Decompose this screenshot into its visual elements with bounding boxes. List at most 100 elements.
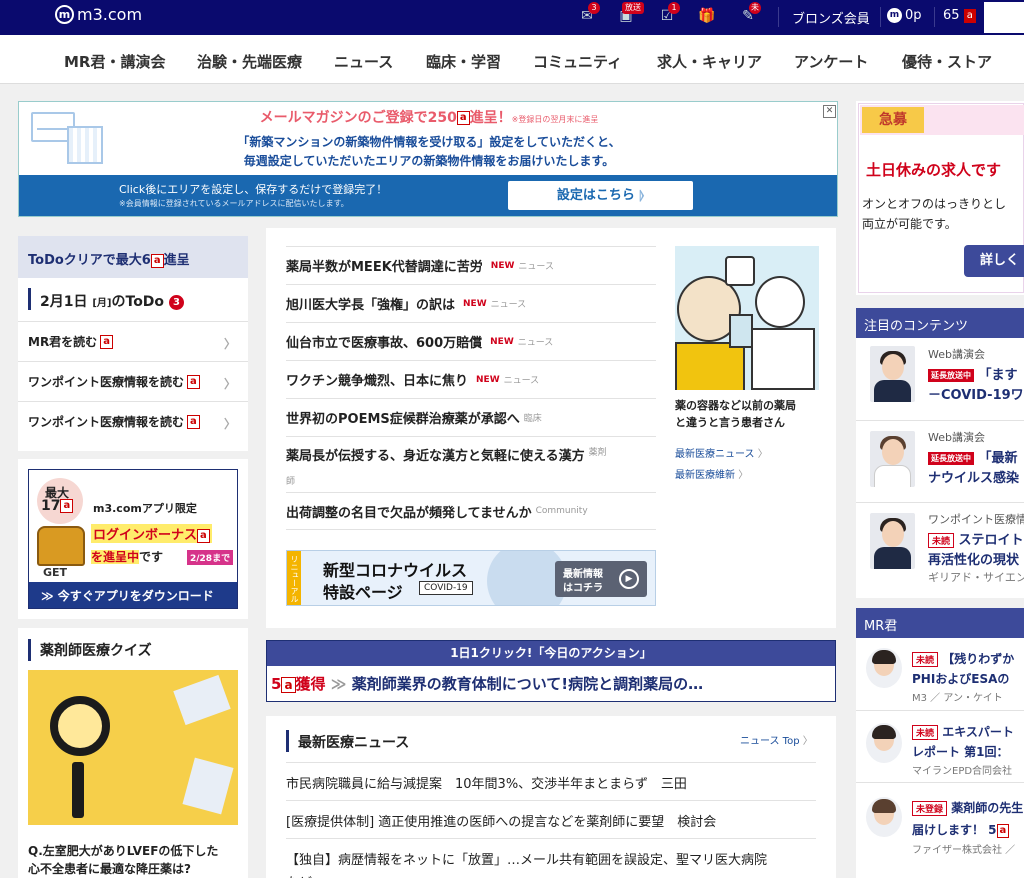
news-item[interactable]: 仙台市立で医療事故、600万賠償 NEW ニュース	[286, 322, 656, 360]
gift-icon[interactable]: 🎁	[697, 7, 717, 25]
close-banner-button[interactable]: ✕	[823, 105, 836, 118]
quiz-image[interactable]	[28, 670, 238, 825]
featured-item[interactable]: Web講演会 延長放送中 「最新 ナウイルス感染	[856, 420, 1024, 502]
news-title: 薬局長が伝授する、身近な漢方と気軽に使える漢方	[286, 449, 585, 464]
member-rank[interactable]: ブロンズ会員	[792, 8, 870, 27]
featured-item[interactable]: Web講演会 延長放送中 「ます －COVID-19ワ	[856, 338, 1024, 420]
nav-clinical-trials[interactable]: 治験・先端医療	[197, 51, 302, 72]
settings-button[interactable]: 設定はこちら ⦊	[508, 181, 693, 210]
news-category-cont: 師	[286, 476, 296, 487]
max-value: 17 a	[41, 498, 74, 514]
news-item[interactable]: 薬局長が伝授する、身近な漢方と気軽に使える漢方 薬剤 師	[286, 436, 656, 492]
quiz-question-line2: 心不全患者に最適な降圧薬は?	[28, 862, 191, 876]
nav-mr-lecture[interactable]: MR君・講演会	[64, 51, 165, 72]
m3-logo[interactable]: m m3.com	[55, 5, 142, 24]
headline-text-post: 進呈！	[469, 110, 512, 126]
action-get: 獲得	[295, 675, 326, 693]
point-unit-icon: a	[187, 374, 200, 389]
nav-career[interactable]: 求人・キャリア	[657, 51, 762, 72]
banner-sub-1: Click後にエリアを設定し、保存するだけで登録完了！	[119, 183, 388, 196]
mr-avatar	[866, 648, 902, 688]
mr-title-2-text: 届けします！ 5	[912, 823, 997, 837]
news-item[interactable]: 世界初のPOEMS症候群治療薬が承認へ 臨床	[286, 398, 656, 436]
link-label: 最新医療ニュース	[675, 449, 755, 460]
daily-action-card[interactable]: 1日1クリック!「今日のアクション」 5 a 獲得 ≫ 薬剤師業界の教育体制について…	[266, 640, 836, 702]
featured-title-1: 「最新	[978, 451, 1018, 466]
mr-kun-panel: MR君 未読 【残りわずか PHIおよびESAの M3 ／ アン・ケイト 未読 …	[856, 608, 1024, 878]
mail-icon[interactable]: ✉ 3	[577, 2, 600, 25]
mr-item[interactable]: 未読 エキスパート レポート 第1回： マイランEPD合同会社	[856, 710, 1024, 782]
news-title: 旭川医大学長「強権」の訳は	[286, 298, 456, 313]
app-promo-banner[interactable]: 最大 17 a GET m3.comアプリ限定 ログインボーナス a を進呈中です …	[28, 469, 238, 609]
latest-news-link[interactable]: 最新医療ニュース 〉	[675, 445, 768, 460]
latest-news-card: 最新医療ニュース ニュース Top 〉 市民病院職員に給与減提案 10年間3%、…	[266, 716, 836, 878]
point-unit-icon: a	[60, 499, 74, 513]
todo-label: のToDo	[111, 294, 165, 310]
score-value: 65	[943, 8, 960, 23]
get-label: GET	[43, 566, 68, 579]
news-item[interactable]: 旭川医大学長「強権」の訳は NEW ニュース	[286, 284, 656, 322]
quiz-question-line1: Q.左室肥大がありLVEFの低下した	[28, 844, 219, 858]
nav-survey[interactable]: アンケート	[794, 51, 868, 72]
news-top-link[interactable]: ニュース Top 〉	[740, 732, 813, 747]
recruit-detail-button[interactable]: 詳しく	[964, 245, 1024, 277]
news-item[interactable]: 薬局半数がMEEK代替調達に苦労 NEW ニュース	[286, 246, 656, 284]
point-unit-icon: a	[456, 111, 470, 125]
news-item[interactable]: 出荷調整の名目で欠品が頻発してませんか Community	[286, 492, 656, 530]
todo-item[interactable]: ワンポイント医療情報を読む a 〉	[18, 361, 248, 401]
todo-date-label: 2月1日	[40, 294, 88, 310]
points-display[interactable]: m 0p	[887, 8, 922, 23]
chevron-right-icon: 〉	[738, 470, 749, 481]
quiz-card[interactable]: 薬剤師医療クイズ Q.左室肥大がありLVEFの低下した 心不全患者に最適な降圧薬…	[18, 628, 248, 878]
latest-news-item[interactable]: 市民病院職員に給与減提案 10年間3%、交渉半年まとまらず 三田	[286, 762, 816, 800]
latest-news-item[interactable]: 【独自】病歴情報をネットに「放置」…メール共有範囲を誤設定、聖マリ医大病院 など	[286, 838, 816, 878]
todo-count-badge: 3	[168, 294, 184, 310]
mail-magazine-banner[interactable]: メールマガジンのご登録で250 a 進呈！※登録日の翌月末に進呈 「新築マンションの…	[18, 101, 838, 217]
heading-accent	[286, 730, 289, 752]
featured-item-title: 延長放送中 「最新	[928, 447, 1018, 466]
featured-item-title: 延長放送中 「ます	[928, 364, 1018, 383]
extended-broadcast-badge: 延長放送中	[928, 452, 974, 465]
featured-item-type: Web講演会	[928, 431, 985, 444]
chevron-right-icon: 〉	[223, 337, 236, 351]
feature-illustration[interactable]	[675, 246, 819, 390]
download-app-button[interactable]: ≫ 今すぐアプリをダウンロード	[29, 582, 237, 608]
todo-item[interactable]: MR君を読む a 〉	[18, 321, 248, 361]
latest-ishin-link[interactable]: 最新医療維新 〉	[675, 466, 748, 481]
speaker-avatar	[870, 513, 915, 569]
latest-news-item[interactable]: [医療提供体制] 適正使用推進の医師への提言などを薬剤師に要望 検討会	[286, 800, 816, 838]
recruit-ad[interactable]: 急募 土日休みの求人です オンとオフのはっきりとし 両立が可能です。 詳しく	[856, 101, 1024, 295]
speaker-avatar	[870, 346, 915, 402]
mr-item[interactable]: 未登録 薬剤師の先生 届けします！ 5a ファイザー株式会社 ／	[856, 782, 1024, 878]
divider	[880, 7, 881, 27]
mr-item[interactable]: 未読 【残りわずか PHIおよびESAの M3 ／ アン・ケイト	[856, 638, 1024, 710]
todo-check-icon[interactable]: ☑ 1	[657, 2, 680, 25]
nav-news[interactable]: ニュース	[334, 51, 393, 72]
notification-icon[interactable]: ✎ 未	[738, 2, 761, 25]
nav-clinical-learning[interactable]: 臨床・学習	[426, 51, 501, 72]
point-unit-icon: a	[996, 823, 1010, 838]
score-display[interactable]: 65 a	[943, 8, 976, 23]
recruit-body-2: 両立が可能です。	[862, 217, 957, 231]
covid-banner[interactable]: リニューアル 新型コロナウイルス 特設ページ COVID-19 最新情報 はコチ…	[286, 550, 656, 606]
nav-community[interactable]: コミュニティ	[533, 51, 622, 72]
nav-store[interactable]: 優待・ストア	[902, 51, 992, 72]
featured-item-title: 未読 ステロイト	[928, 529, 1024, 548]
featured-item-title-2: 再活性化の現状	[928, 553, 1020, 568]
app-promo-card[interactable]: 最大 17 a GET m3.comアプリ限定 ログインボーナス a を進呈中です …	[18, 459, 248, 619]
renewal-ribbon: リニューアル	[287, 551, 301, 605]
chevron-right-icon: 〉	[757, 449, 768, 460]
featured-item[interactable]: ワンポイント医療情 未読 ステロイト 再活性化の現状 ギリアド・サイエン	[856, 502, 1024, 598]
covid-info-button[interactable]: 最新情報 はコチラ ▶	[555, 561, 647, 597]
mr-avatar	[866, 797, 902, 837]
todo-item[interactable]: ワンポイント医療情報を読む a 〉	[18, 401, 248, 441]
covid-title-1: 新型コロナウイルス	[323, 561, 468, 580]
chevron-right-icon: 〉	[223, 417, 236, 431]
daily-action-link[interactable]: 5 a 獲得 ≫ 薬剤師業界の教育体制について!病院と調剤薬局の…	[271, 673, 703, 694]
account-area[interactable]	[984, 2, 1024, 33]
mr-title-1: 薬剤師の先生	[951, 801, 1024, 815]
news-title: 世界初のPOEMS症候群治療薬が承認へ	[286, 412, 520, 427]
broadcast-icon[interactable]: ▣ 放送	[616, 2, 644, 25]
news-item[interactable]: ワクチン競争熾烈、日本に焦り NEW ニュース	[286, 360, 656, 398]
divider	[778, 7, 779, 27]
